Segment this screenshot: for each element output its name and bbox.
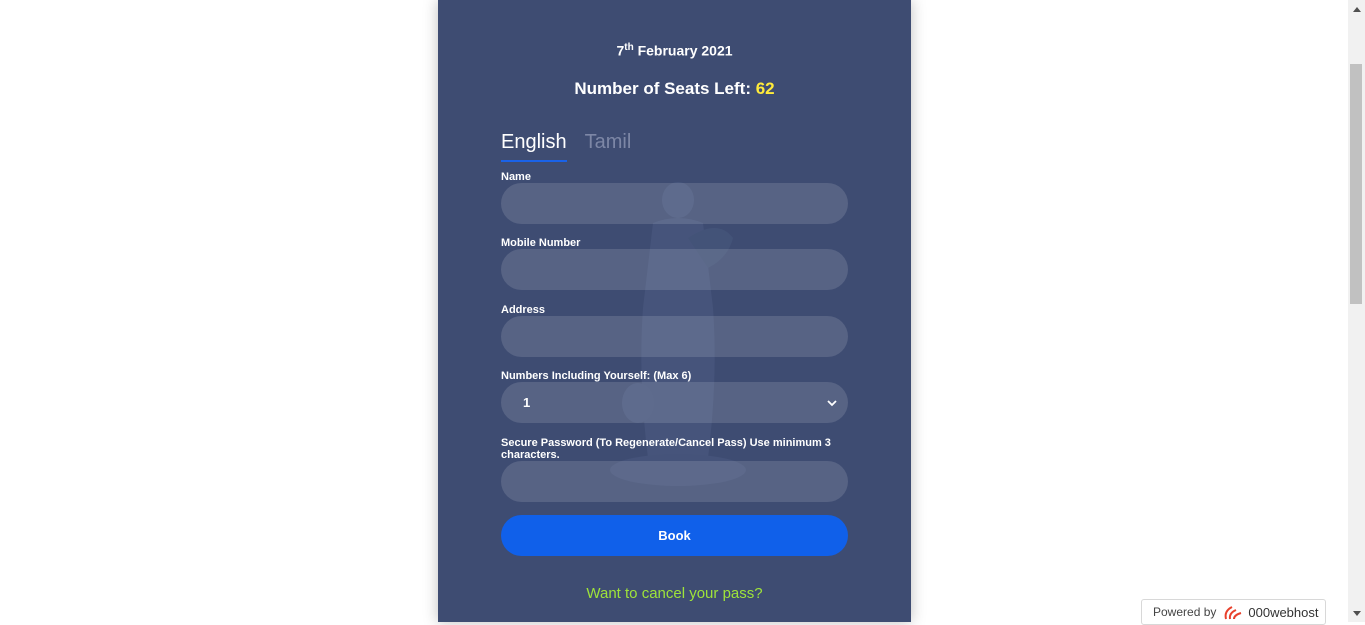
powered-by-text: Powered by — [1153, 605, 1217, 619]
name-input[interactable] — [501, 183, 848, 224]
powered-by-badge[interactable]: Powered by 000webhost — [1141, 599, 1326, 625]
webhost-logo-icon — [1225, 606, 1242, 620]
password-label: Secure Password (To Regenerate/Cancel Pa… — [501, 437, 831, 461]
scrollbar-thumb[interactable] — [1350, 64, 1362, 304]
name-label: Name — [501, 171, 531, 183]
seats-label: Number of Seats Left: — [574, 79, 756, 98]
numbers-label: Numbers Including Yourself: (Max 6) — [501, 370, 692, 382]
numbers-selected-value: 1 — [523, 395, 531, 410]
date-month-year: February 2021 — [633, 42, 733, 59]
numbers-select[interactable]: 1 — [501, 382, 848, 423]
chevron-down-icon — [827, 399, 837, 406]
scroll-down-arrow-icon[interactable] — [1348, 605, 1365, 622]
scroll-up-arrow-icon[interactable] — [1348, 0, 1365, 17]
book-button[interactable]: Book — [501, 515, 848, 556]
date-suffix: th — [624, 42, 634, 53]
event-date: 7th February 2021 — [438, 42, 911, 59]
mobile-label: Mobile Number — [501, 237, 581, 249]
address-label: Address — [501, 304, 546, 316]
mobile-input[interactable] — [501, 249, 848, 290]
seats-left: Number of Seats Left: 62 — [438, 79, 911, 99]
cancel-pass-link[interactable]: Want to cancel your pass? — [438, 585, 911, 602]
booking-card: 7th February 2021 Number of Seats Left: … — [438, 0, 911, 622]
language-tabs: English Tamil — [501, 131, 649, 162]
page-scrollbar[interactable] — [1348, 0, 1365, 622]
address-input[interactable] — [501, 316, 848, 357]
brand-name: 000webhost — [1248, 604, 1319, 620]
password-input[interactable] — [501, 461, 848, 502]
seats-count: 62 — [755, 79, 775, 98]
tab-tamil[interactable]: Tamil — [585, 131, 632, 162]
tab-english[interactable]: English — [501, 131, 567, 162]
